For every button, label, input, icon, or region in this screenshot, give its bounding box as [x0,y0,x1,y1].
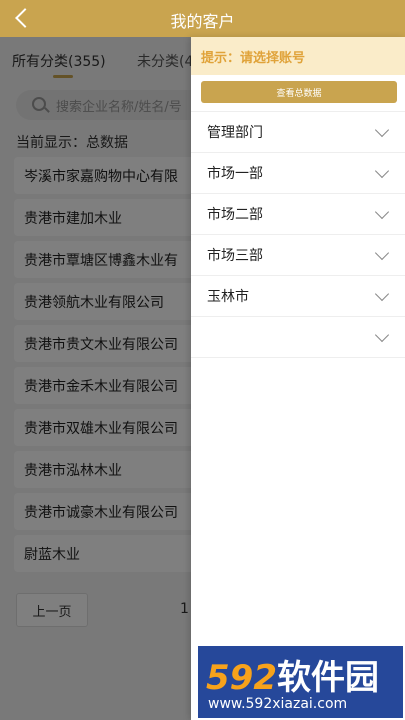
chevron-down-icon [374,163,390,179]
chevron-down-icon [374,122,390,138]
view-all-data-button[interactable]: 查看总数据 [201,81,397,103]
watermark-brand: 592软件园 [206,658,379,698]
department-item[interactable]: 市场二部 [191,194,405,235]
department-label: 市场三部 [207,248,263,264]
department-item[interactable]: 市场三部 [191,235,405,276]
header-bar: 我的客户 [0,0,405,37]
page-title: 我的客户 [170,12,235,31]
department-list: 管理部门 市场一部 市场二部 市场三部 玉林市 [191,111,405,358]
department-label: 管理部门 [207,125,263,141]
department-label: 市场一部 [207,166,263,182]
chevron-down-icon [374,286,390,302]
account-drawer: 提示：请选择账号 查看总数据 管理部门 市场一部 市场二部 市场三部 玉林市 [191,37,405,720]
department-item[interactable]: 玉林市 [191,276,405,317]
chevron-down-icon [374,327,390,343]
department-item[interactable]: 市场一部 [191,153,405,194]
watermark-url: www.592xiazai.com [208,696,348,712]
department-label: 市场二部 [207,207,263,223]
chevron-down-icon [374,245,390,261]
department-item[interactable] [191,317,405,358]
department-item[interactable]: 管理部门 [191,112,405,153]
chevron-down-icon [374,204,390,220]
department-label: 玉林市 [207,289,249,305]
hint-banner: 提示：请选择账号 [191,37,405,75]
watermark-logo: 592软件园 www.592xiazai.com [198,646,403,718]
